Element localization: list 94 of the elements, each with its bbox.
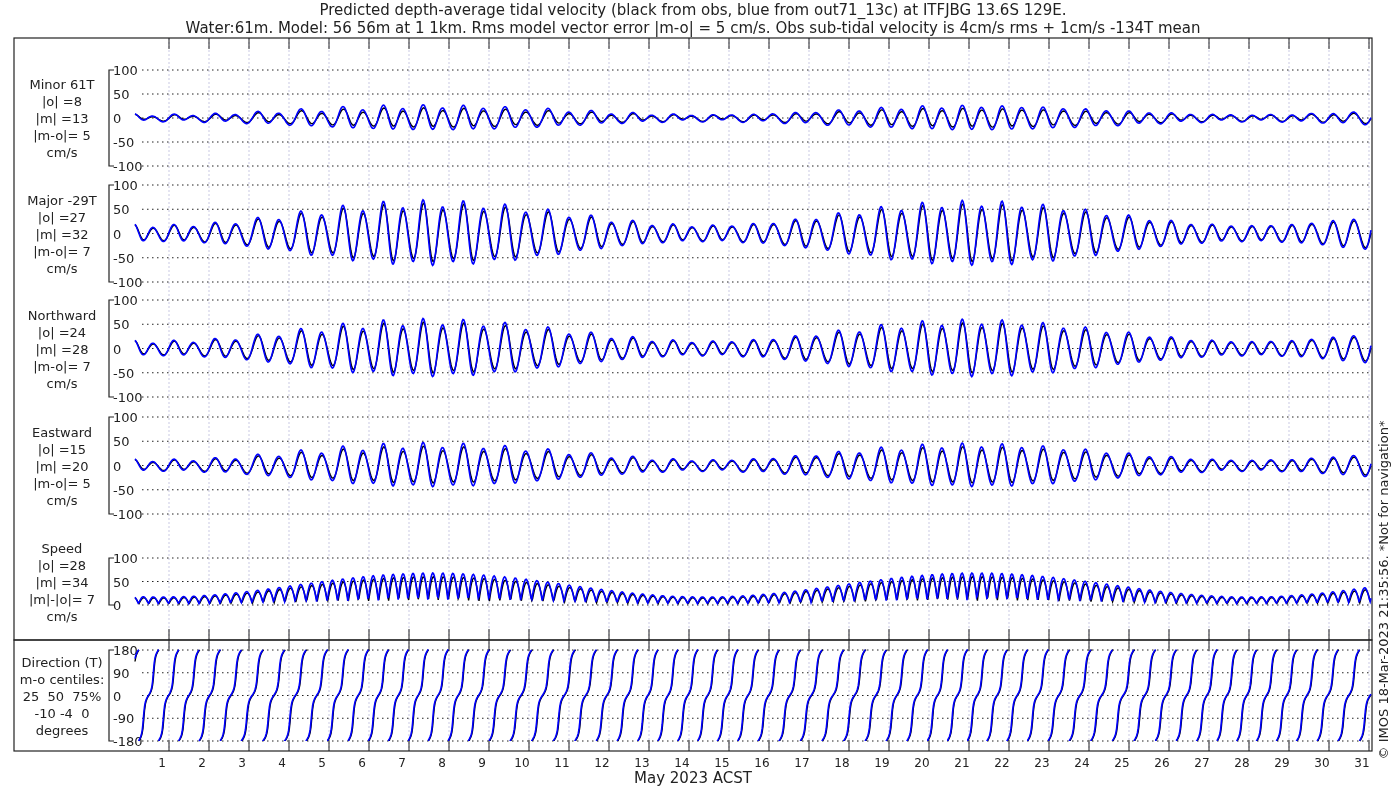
- y-tick-label: -100: [113, 507, 143, 522]
- x-tick-label: 23: [1034, 756, 1050, 770]
- x-tick-label: 2: [198, 756, 206, 770]
- panel-label: -10 -4 0: [34, 705, 90, 721]
- x-tick-label: 21: [954, 756, 970, 770]
- y-tick-label: 100: [113, 293, 138, 308]
- y-tick-label: 50: [113, 87, 130, 102]
- x-tick-label: 25: [1114, 756, 1130, 770]
- panel-label: |o| =28: [37, 557, 87, 573]
- panel-label: Speed: [41, 540, 83, 556]
- x-tick-label: 19: [874, 756, 890, 770]
- panel-label: Major -29T: [27, 192, 97, 208]
- x-tick-label: 4: [278, 756, 286, 770]
- y-tick-label: 0: [113, 341, 122, 357]
- x-tick-label: 3: [238, 756, 246, 770]
- chart-title: Water:61m. Model: 56 56m at 1 1km. Rms model vector error |m-o| = 5 cm/s. Obs sub-tidal velocity is 4cm/s rms + 1cm/s -134T mean: [185, 19, 1201, 37]
- panel-label: |o| =24: [37, 324, 87, 340]
- panel-label: cm/s: [46, 608, 78, 624]
- panel-label: |m-o|= 7: [33, 358, 91, 374]
- x-tick-label: 22: [994, 756, 1010, 770]
- panel-label: |m| =13: [35, 111, 89, 126]
- panel-label: Northward: [27, 307, 97, 323]
- x-tick-label: 27: [1194, 756, 1210, 770]
- y-tick-label: 0: [113, 688, 122, 704]
- y-tick-label: -50: [113, 365, 135, 381]
- x-tick-label: 16: [754, 756, 770, 770]
- y-tick-label: -90: [113, 711, 135, 727]
- panel-label: |m| =28: [35, 341, 89, 357]
- y-tick-label: 180: [113, 643, 138, 658]
- x-tick-label: 29: [1274, 756, 1290, 770]
- x-tick-label: 8: [438, 756, 446, 770]
- x-tick-label: 15: [714, 756, 730, 770]
- y-tick-label: 100: [113, 63, 138, 78]
- x-tick-label: 10: [514, 756, 530, 770]
- y-tick-label: 100: [113, 410, 138, 425]
- y-tick-label: -180: [113, 734, 143, 749]
- panel-label: |m| =32: [35, 226, 89, 242]
- y-tick-label: -100: [113, 275, 143, 290]
- x-tick-label: 28: [1234, 756, 1250, 770]
- panel-label: |m-o|= 5: [33, 475, 91, 491]
- x-tick-label: 12: [594, 756, 610, 770]
- x-tick-label: 20: [914, 756, 930, 770]
- panel-label: |m| =20: [35, 458, 89, 474]
- panel-label: m-o centiles:: [19, 671, 105, 687]
- panel-label: |m| =34: [35, 574, 89, 590]
- x-tick-label: 11: [554, 756, 570, 770]
- panel-label: |m|-|o|= 7: [28, 591, 96, 607]
- x-axis-label: May 2023 ACST: [634, 769, 752, 787]
- y-tick-label: 0: [113, 598, 122, 613]
- y-tick-label: 0: [113, 226, 122, 242]
- x-tick-label: 30: [1314, 756, 1330, 770]
- y-tick-label: -100: [113, 390, 143, 405]
- x-tick-label: 1: [158, 756, 166, 770]
- y-tick-label: -50: [113, 135, 135, 150]
- x-tick-label: 14: [674, 756, 690, 770]
- panel-label: cm/s: [46, 375, 78, 391]
- y-tick-label: 90: [113, 665, 130, 681]
- y-tick-label: -50: [113, 482, 135, 498]
- panel-label: |o| =8: [42, 94, 82, 109]
- x-tick-label: 24: [1074, 756, 1090, 770]
- x-tick-label: 9: [478, 756, 486, 770]
- x-tick-label: 26: [1154, 756, 1170, 770]
- credit-text: © IMOS 18-Mar-2023 21:35:56. *Not for navigation*: [1376, 420, 1391, 760]
- panel-label: Minor 61T: [29, 77, 95, 92]
- y-tick-label: 50: [113, 317, 130, 333]
- y-tick-label: -100: [113, 159, 143, 174]
- y-tick-label: -50: [113, 250, 135, 266]
- y-tick-label: 50: [113, 202, 130, 218]
- panel-label: |o| =27: [37, 209, 87, 225]
- panel-label: Eastward: [32, 424, 92, 440]
- x-tick-label: 7: [398, 756, 406, 770]
- x-tick-label: 17: [794, 756, 810, 770]
- x-tick-label: 6: [358, 756, 366, 770]
- panel-label: |m-o|= 5: [33, 128, 91, 143]
- x-tick-label: 31: [1354, 756, 1370, 770]
- panel-label: |m-o|= 7: [33, 243, 91, 259]
- y-axis: [108, 557, 115, 606]
- x-tick-label: 13: [634, 756, 650, 770]
- panel-label: cm/s: [46, 492, 78, 508]
- panel-label: cm/s: [46, 145, 78, 160]
- x-tick-label: 5: [318, 756, 326, 770]
- panel-label: degrees: [35, 722, 89, 738]
- chart-title: Predicted depth-average tidal velocity (black from obs, blue from out71_13c) at ITFJBG 13.6S 129E.: [319, 1, 1067, 19]
- panel-label: |o| =15: [37, 441, 87, 457]
- x-tick-label: 18: [834, 756, 850, 770]
- panel-label: cm/s: [46, 260, 78, 276]
- y-tick-label: 0: [113, 111, 122, 126]
- y-tick-label: 100: [113, 551, 138, 566]
- y-tick-label: 100: [113, 178, 138, 193]
- y-tick-label: 50: [113, 574, 130, 590]
- y-tick-label: 0: [113, 458, 122, 474]
- y-tick-label: 50: [113, 434, 130, 450]
- panel-label: Direction (T): [21, 654, 103, 670]
- panel-label: 25 50 75%: [22, 688, 102, 704]
